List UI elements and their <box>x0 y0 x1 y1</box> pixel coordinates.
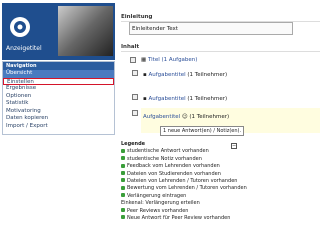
content-title: Inhalt <box>121 44 140 50</box>
checkbox[interactable] <box>132 94 138 100</box>
status-icon <box>121 215 125 220</box>
nav-item-settings[interactable]: Einstellen <box>3 77 114 85</box>
task-title: Aufgabentitel <box>148 72 186 78</box>
status-icon <box>121 185 125 190</box>
intro-text-box: Einleitender Text <box>129 22 293 35</box>
legend-row: studentische Notiz vorhanden <box>121 156 241 163</box>
tree-item[interactable]: Aufgabentitel ☺ (1 Teilnehmer) <box>143 114 229 120</box>
checkbox[interactable] <box>130 57 136 63</box>
legend-row: Dateien von Lehrenden / Tutoren vorhande… <box>121 178 241 185</box>
header-image <box>58 6 113 56</box>
status-icon <box>121 163 125 168</box>
participant-count: (1 Teilnehmer) <box>189 114 230 120</box>
intro-section: Einleitung <box>121 14 320 22</box>
nav-item-motivatoring[interactable]: Motivatoring <box>3 108 114 116</box>
status-icon <box>121 178 125 183</box>
nav-item-statistics[interactable]: Statistik <box>3 100 114 108</box>
task-title: Aufgabentitel <box>148 96 186 102</box>
task-title: Aufgabentitel <box>143 114 181 120</box>
divider <box>121 51 320 52</box>
header-panel: Anzeigetitel <box>2 3 115 60</box>
nav-item-results[interactable]: Ergebnisse <box>3 85 114 93</box>
folder-icon: ▦ <box>141 57 148 63</box>
legend-row: Peer Reviews vorhanden <box>121 208 241 215</box>
legend-row: Neue Antwort für Peer Review vorhanden <box>121 215 241 222</box>
app-logo-icon <box>10 17 30 37</box>
nav-item-overview[interactable]: Übersicht <box>3 70 114 78</box>
navigation-panel: Navigation Übersicht Einstellen Ergebnis… <box>2 61 115 135</box>
tree-root-label: Titel (1 Aufgaben) <box>147 57 198 63</box>
page-title: Anzeigetitel <box>6 45 42 52</box>
legend-row: Dateien von Studierenden vorhanden <box>121 171 241 178</box>
checkbox[interactable] <box>132 110 138 116</box>
status-icon <box>121 156 125 161</box>
intro-title: Einleitung <box>121 14 153 20</box>
participant-count: (1 Teilnehmer) <box>187 72 228 78</box>
tooltip: 1 neue Antwort(en) / Notiz(en). <box>160 126 245 136</box>
legend-row: Verlängerung eintragen <box>121 193 241 200</box>
nav-item-copy-data[interactable]: Daten kopieren <box>3 115 114 123</box>
tree-item[interactable]: ▪ Aufgabentitel (1 Teilnehmer) <box>143 96 227 102</box>
legend-title: Legende <box>121 141 146 147</box>
legend-row: studentische Antwort vorhanden <box>121 148 241 155</box>
checkbox[interactable] <box>132 70 138 76</box>
status-icon <box>121 171 125 176</box>
collapse-legend-button[interactable]: − <box>231 143 237 149</box>
content-section: Inhalt <box>121 44 320 52</box>
status-icon <box>121 208 125 213</box>
tree-root[interactable]: ▦ Titel (1 Aufgaben) <box>141 57 197 63</box>
new-answer-icon[interactable]: ☺ <box>182 114 188 120</box>
intro-text: Einleitender Text <box>132 26 178 32</box>
nav-item-options[interactable]: Optionen <box>3 93 114 101</box>
status-icon <box>121 148 125 153</box>
legend-row: Feedback vom Lehrenden vorhanden <box>121 163 241 170</box>
nav-item-import-export[interactable]: Import / Export <box>3 123 114 131</box>
nav-heading: Navigation <box>3 62 114 70</box>
tree-item[interactable]: ▪ Aufgabentitel (1 Teilnehmer) <box>143 72 227 78</box>
legend-row: Einkenal: Verlängerung erteilen <box>121 200 200 207</box>
legend-row: Bewertung vom Lehrenden / Tutoren vorhan… <box>121 185 247 192</box>
participant-count: (1 Teilnehmer) <box>187 96 228 102</box>
legend: Legende studentische Antwort vorhanden s… <box>121 141 247 236</box>
status-icon <box>121 193 125 198</box>
